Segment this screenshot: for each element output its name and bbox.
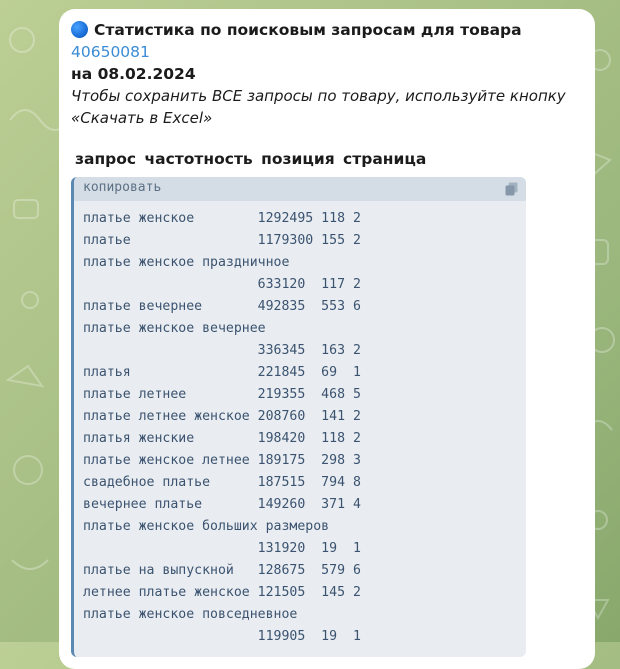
code-row-query: платье женское праздничное xyxy=(83,255,290,270)
message-bubble: Статистика по поисковым запросам для тов… xyxy=(59,9,595,669)
code-row: платье женское 1292495 118 2 xyxy=(83,211,361,226)
copy-icon[interactable] xyxy=(505,182,518,196)
code-row: платье женское летнее 189175 298 3 xyxy=(83,453,361,468)
copy-label[interactable]: копировать xyxy=(83,180,161,195)
code-block: копировать платье женское 1292495 118 2п… xyxy=(71,177,526,657)
code-row-values: 336345 163 2 xyxy=(83,343,361,358)
code-row: платье летнее 219355 468 5 xyxy=(83,387,361,402)
code-row: платье на выпускной 128675 579 6 xyxy=(83,563,361,578)
code-row-query: платье женское повседневное xyxy=(83,607,298,622)
title-text: Статистика по поисковым запросам для тов… xyxy=(94,21,522,39)
code-row-query: платье женское больших размеров xyxy=(83,519,330,534)
code-row-values: 131920 19 1 xyxy=(83,541,361,556)
product-id-link[interactable]: 40650081 xyxy=(71,43,150,61)
blue-circle-icon xyxy=(71,21,88,38)
excel-hint: Чтобы сохранить ВСЕ запросы по товару, и… xyxy=(71,87,566,127)
code-block-header[interactable]: копировать xyxy=(74,177,526,201)
code-row: платье 1179300 155 2 xyxy=(83,233,361,248)
date-line: на 08.02.2024 xyxy=(71,65,196,83)
code-row-query: платье женское вечернее xyxy=(83,321,266,336)
message-title: Статистика по поисковым запросам для тов… xyxy=(71,19,581,85)
code-row: платья женские 198420 118 2 xyxy=(83,431,361,446)
code-content: платье женское 1292495 118 2 платье 11793… xyxy=(74,201,526,648)
code-row-values: 119905 19 1 xyxy=(83,629,361,644)
code-row-values: 633120 117 2 xyxy=(83,277,361,292)
code-row: свадебное платье 187515 794 8 xyxy=(83,475,361,490)
code-row: платье летнее женское 208760 141 2 xyxy=(83,409,361,424)
code-row: платья 221845 69 1 xyxy=(83,365,361,380)
columns-header: запрос частотность позиция страница xyxy=(75,150,427,168)
code-row: вечернее платье 149260 371 4 xyxy=(83,497,361,512)
code-row: платье вечернее 492835 553 6 xyxy=(83,299,361,314)
code-row: летнее платье женское 121505 145 2 xyxy=(83,585,361,600)
